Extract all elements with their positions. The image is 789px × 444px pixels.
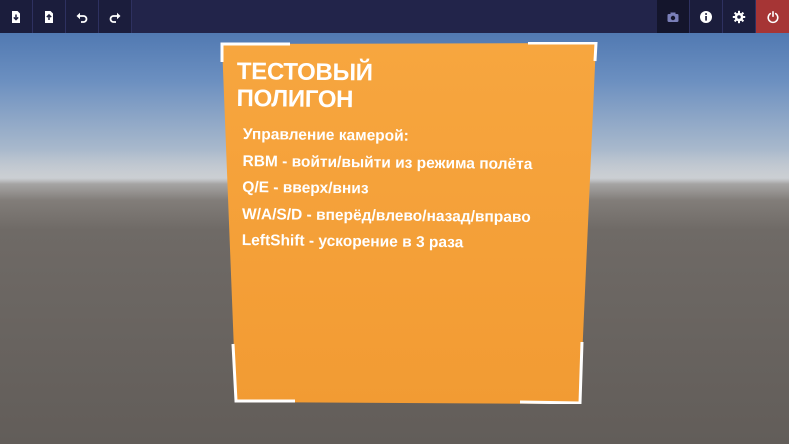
gear-icon — [732, 10, 746, 23]
info-sign: ТЕСТОВЫЙ ПОЛИГОН Управление камерой: RBM… — [220, 42, 598, 404]
controls-line-shift: LeftShift - ускорение в 3 раза — [241, 231, 464, 252]
exit-button[interactable] — [756, 0, 789, 33]
redo-button[interactable] — [99, 0, 132, 33]
camera-icon — [667, 12, 679, 22]
undo-button[interactable] — [66, 0, 99, 33]
download-button[interactable] — [0, 0, 33, 33]
upload-icon — [45, 10, 53, 23]
download-icon — [12, 10, 20, 23]
power-icon — [766, 10, 779, 23]
controls-list: Управление камерой: RBM - войти/выйти из… — [242, 122, 533, 258]
info-icon — [700, 10, 712, 23]
screenshot-button[interactable] — [657, 0, 690, 33]
controls-line-qe: Q/E - вверх/вниз — [242, 178, 369, 198]
top-toolbar — [0, 0, 789, 33]
upload-button[interactable] — [33, 0, 66, 33]
controls-heading: Управление камерой: — [242, 125, 409, 145]
scene-viewport[interactable]: ТЕСТОВЫЙ ПОЛИГОН Управление камерой: RBM… — [0, 0, 789, 444]
controls-line-wasd: W/A/S/D - вперёд/влево/назад/вправо — [241, 205, 531, 226]
sign-title: ТЕСТОВЫЙ ПОЛИГОН — [236, 58, 373, 114]
info-button[interactable] — [690, 0, 723, 33]
redo-icon — [109, 12, 121, 23]
settings-button[interactable] — [723, 0, 756, 33]
undo-icon — [76, 12, 88, 23]
controls-line-rbm: RBM - войти/выйти из режима полёта — [242, 152, 533, 173]
